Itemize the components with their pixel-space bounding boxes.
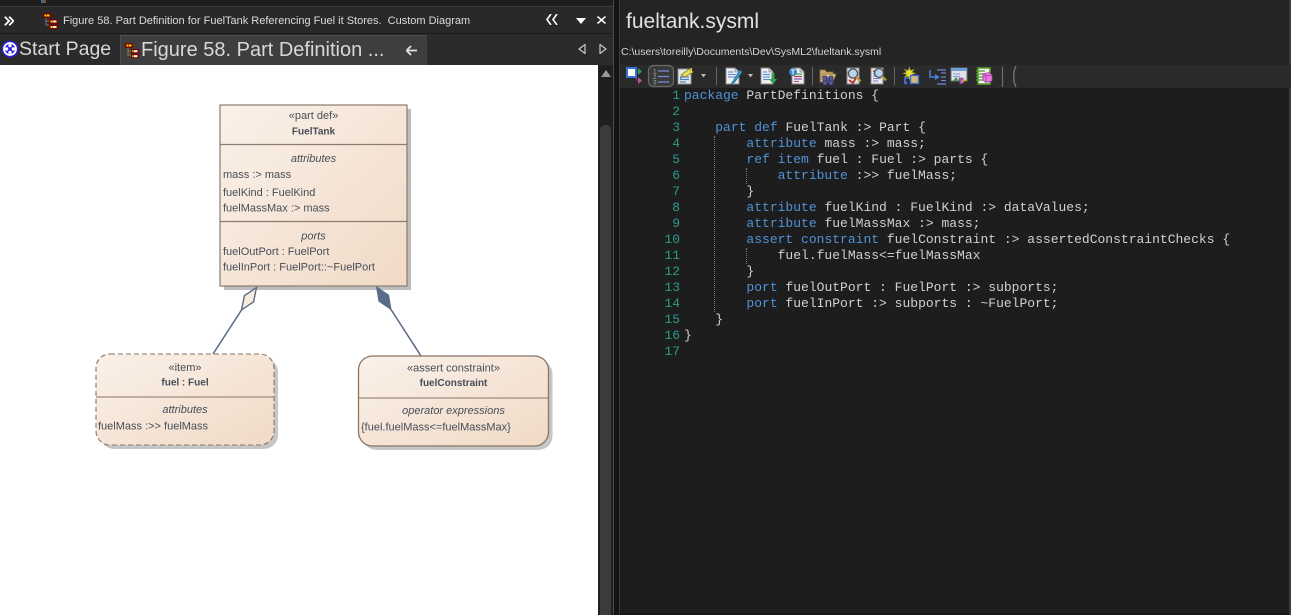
svg-text:operator expressions: operator expressions xyxy=(402,405,505,417)
svg-text:fuelInPort : FuelPort::~FuelPo: fuelInPort : FuelPort::~FuelPort xyxy=(223,262,375,274)
svg-text:3: 3 xyxy=(653,80,657,87)
svg-text:«part def»: «part def» xyxy=(289,110,339,122)
svg-text:fuelConstraint: fuelConstraint xyxy=(420,378,488,389)
svg-text:attributes: attributes xyxy=(162,404,208,416)
svg-text:attributes: attributes xyxy=(291,153,337,165)
svg-text:FuelTank: FuelTank xyxy=(292,127,336,138)
svg-text:fuelOutPort : FuelPort: fuelOutPort : FuelPort xyxy=(223,246,329,258)
svg-text:ports: ports xyxy=(300,231,326,243)
svg-text:fuelMassMax :> mass: fuelMassMax :> mass xyxy=(223,203,330,215)
svg-text:{fuel.fuelMass<=fuelMassMax}: {fuel.fuelMass<=fuelMassMax} xyxy=(361,422,511,434)
svg-text:«assert constraint»: «assert constraint» xyxy=(407,363,500,375)
svg-text:fuelKind : FuelKind: fuelKind : FuelKind xyxy=(223,187,315,199)
svg-text:«item»: «item» xyxy=(168,362,201,374)
svg-text:fuel : Fuel: fuel : Fuel xyxy=(161,378,208,389)
svg-text:mass :> mass: mass :> mass xyxy=(223,169,292,181)
svg-text:fuelMass :>> fuelMass: fuelMass :>> fuelMass xyxy=(98,421,209,433)
svg-text:T: T xyxy=(791,70,796,77)
